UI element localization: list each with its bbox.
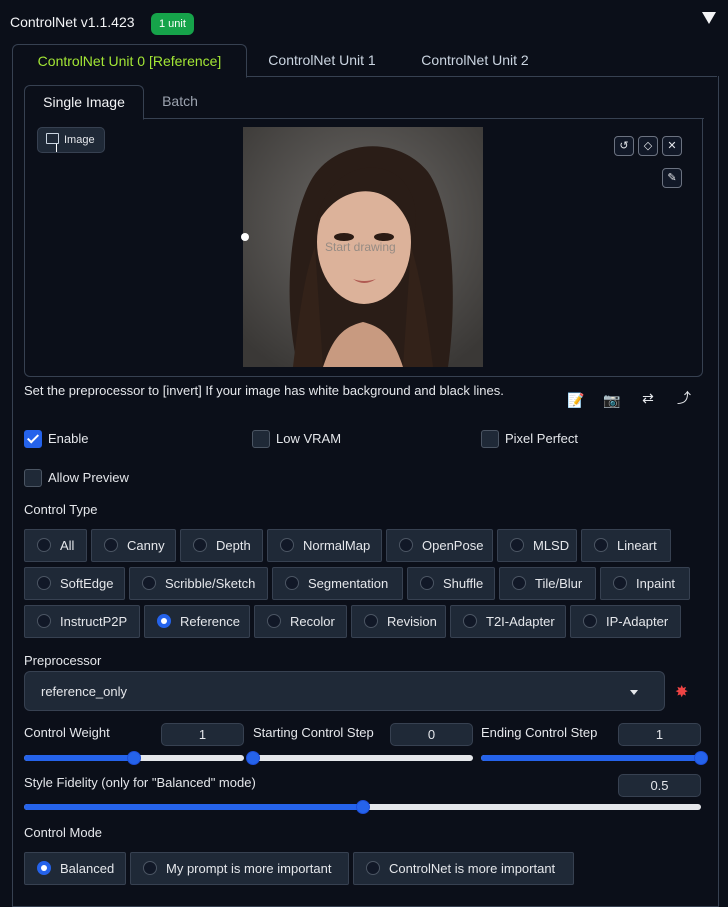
pixel-perfect-label: Pixel Perfect [505, 431, 578, 446]
preprocessor-select[interactable]: reference_only [24, 671, 665, 711]
control-type-shuffle[interactable]: Shuffle [407, 567, 495, 600]
undo-icon[interactable]: ↺ [614, 136, 634, 156]
low-vram-checkbox[interactable] [252, 430, 270, 448]
allow-preview-checkbox[interactable] [24, 469, 42, 487]
style-fidelity-input[interactable]: 0.5 [618, 774, 701, 797]
control-type-ip-adapter[interactable]: IP-Adapter [570, 605, 681, 638]
control-type-openpose[interactable]: OpenPose [386, 529, 493, 562]
tab-unit-2[interactable]: ControlNet Unit 2 [404, 44, 546, 76]
tab-single-image[interactable]: Single Image [24, 85, 144, 120]
preprocessor-value: reference_only [41, 684, 127, 699]
slider-handle[interactable] [356, 800, 370, 814]
control-weight-input[interactable]: 1 [161, 723, 244, 746]
low-vram-label: Low VRAM [276, 431, 342, 446]
tab-unit-1[interactable]: ControlNet Unit 1 [252, 44, 392, 76]
control-type-depth[interactable]: Depth [180, 529, 263, 562]
collapse-icon[interactable] [702, 12, 716, 24]
text-cursor [56, 144, 57, 152]
image-label: Image [37, 127, 105, 153]
tab-unit-0[interactable]: ControlNet Unit 0 [Reference] [12, 44, 247, 78]
enable-checkbox[interactable] [24, 430, 42, 448]
invert-hint: Set the preprocessor to [invert] If your… [24, 383, 504, 398]
chevron-down-icon [630, 690, 638, 695]
camera-icon[interactable]: 📷 [602, 390, 622, 410]
slider-handle[interactable] [246, 751, 260, 765]
pixel-perfect-checkbox[interactable] [481, 430, 499, 448]
starting-step-input[interactable]: 0 [390, 723, 473, 746]
control-type-recolor[interactable]: Recolor [254, 605, 347, 638]
run-preprocessor-icon[interactable]: ✸ [675, 682, 688, 702]
unit-tab-bar: ControlNet Unit 0 [Reference] ControlNet… [12, 44, 717, 78]
control-type-softedge[interactable]: SoftEdge [24, 567, 125, 600]
send-dimensions-icon[interactable]: ⤴ [674, 388, 694, 408]
control-mode-balanced[interactable]: Balanced [24, 852, 126, 885]
control-type-segmentation[interactable]: Segmentation [272, 567, 403, 600]
allow-preview-label: Allow Preview [48, 470, 129, 485]
control-type-instructp2p[interactable]: InstructP2P [24, 605, 140, 638]
enable-label: Enable [48, 431, 89, 446]
control-type-mlsd[interactable]: MLSD [497, 529, 577, 562]
control-mode-label: Control Mode [24, 825, 103, 840]
control-type-normalmap[interactable]: NormalMap [267, 529, 382, 562]
slider-handle[interactable] [127, 751, 141, 765]
eraser-icon[interactable]: ◇ [638, 136, 658, 156]
slider-handle[interactable] [694, 751, 708, 765]
close-icon[interactable]: ✕ [662, 136, 682, 156]
control-weight-label: Control Weight [24, 725, 110, 740]
preprocessor-label: Preprocessor [24, 653, 102, 668]
image-tab-bar: Single Image Batch [24, 85, 704, 120]
canvas-placeholder: Start drawing [325, 240, 396, 254]
control-type-all[interactable]: All [24, 529, 87, 562]
swap-icon[interactable]: ⇄ [638, 388, 658, 408]
edit-icon[interactable]: 📝 [566, 390, 586, 410]
style-fidelity-label: Style Fidelity (only for "Balanced" mode… [24, 775, 256, 790]
panel-title: ControlNet v1.1.423 [10, 14, 135, 30]
unit-count-badge: 1 unit [151, 13, 194, 35]
control-weight-slider[interactable] [24, 751, 244, 765]
control-type-t2i-adapter[interactable]: T2I-Adapter [450, 605, 566, 638]
ending-step-slider[interactable] [481, 751, 708, 765]
ending-step-input[interactable]: 1 [618, 723, 701, 746]
control-type-inpaint[interactable]: Inpaint [600, 567, 690, 600]
resize-handle[interactable] [241, 233, 249, 241]
control-type-tile-blur[interactable]: Tile/Blur [499, 567, 596, 600]
control-type-lineart[interactable]: Lineart [581, 529, 671, 562]
starting-step-slider[interactable] [246, 751, 473, 765]
starting-step-label: Starting Control Step [253, 725, 374, 740]
control-type-reference[interactable]: Reference [144, 605, 250, 638]
image-icon [46, 133, 59, 144]
brush-icon[interactable]: ✎ [662, 168, 682, 188]
style-fidelity-slider[interactable] [24, 800, 701, 814]
tab-batch[interactable]: Batch [149, 85, 211, 118]
control-type-scribble[interactable]: Scribble/Sketch [129, 567, 268, 600]
control-mode-prompt[interactable]: My prompt is more important [130, 852, 349, 885]
ending-step-label: Ending Control Step [481, 725, 598, 740]
control-type-revision[interactable]: Revision [351, 605, 446, 638]
control-mode-controlnet[interactable]: ControlNet is more important [353, 852, 574, 885]
control-type-label: Control Type [24, 502, 98, 517]
control-type-canny[interactable]: Canny [91, 529, 176, 562]
